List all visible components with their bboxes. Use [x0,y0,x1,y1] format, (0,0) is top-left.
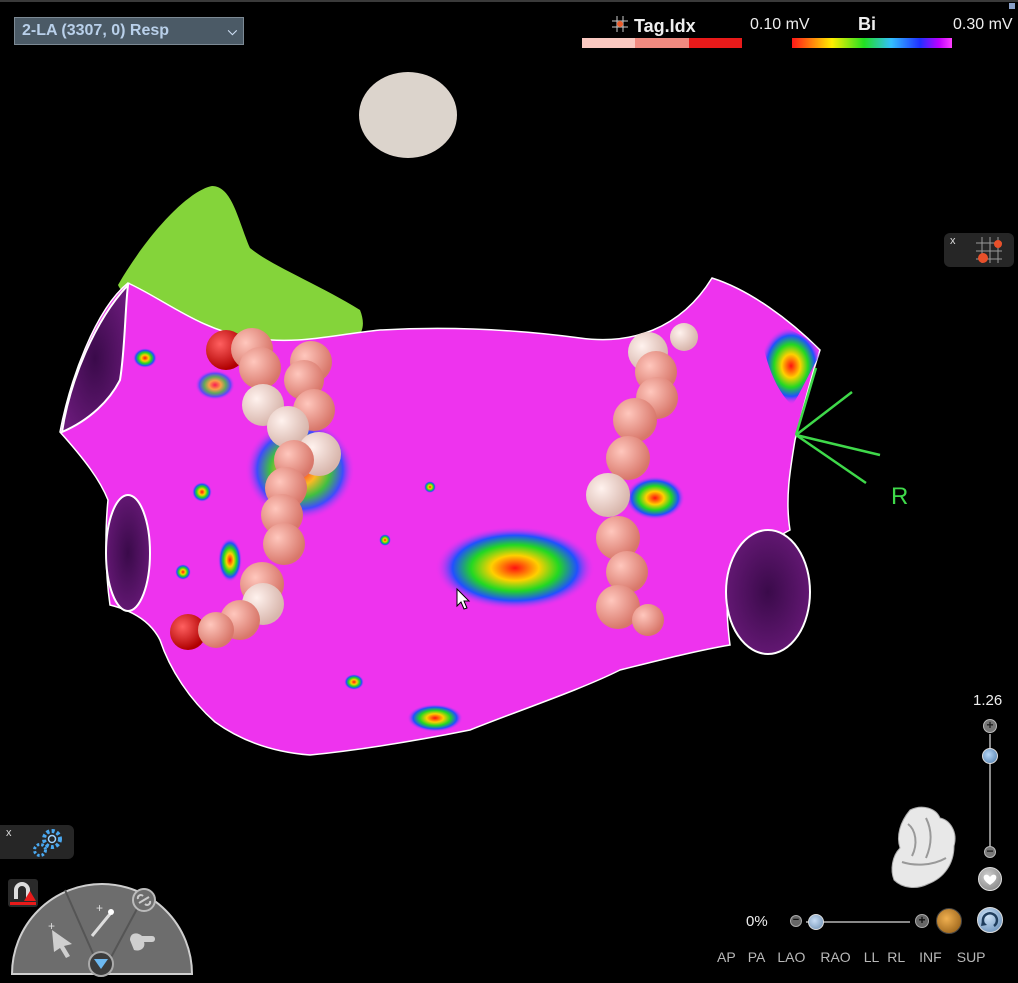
ablation-tag [239,347,281,389]
view-sup-button[interactable]: SUP [957,949,986,965]
tag-panel[interactable]: x [944,233,1014,267]
svg-text:+: + [96,901,103,915]
view-rl-button[interactable]: RL [887,949,905,965]
heart-icon [983,874,997,885]
orientation-right-label: R [891,483,909,510]
view-presets: AP PA LAO RAO LL RL INF SUP [717,949,986,965]
ablation-tag [606,436,650,480]
ablation-tag [263,523,305,565]
surface-texture-button[interactable] [936,908,962,934]
view-pa-button[interactable]: PA [748,949,766,965]
transparency-increase-button[interactable]: + [915,914,929,928]
settings-panel-close-button[interactable]: x [6,827,12,839]
low-voltage-area-small-6 [424,481,436,493]
settings-panel[interactable]: x [0,825,74,859]
atrium-surface [59,277,821,756]
zoom-in-button[interactable]: + [983,719,997,733]
view-rao-button[interactable]: RAO [820,949,850,965]
low-voltage-area-small-3 [218,538,242,582]
gear-icon[interactable] [30,828,66,858]
ablation-tag [586,473,630,517]
rotate-view-button[interactable] [977,907,1003,933]
transparency-decrease-button[interactable]: − [790,915,802,927]
ablation-tag [670,323,698,351]
ablation-tag [632,604,664,636]
low-voltage-area-inferior [407,704,463,732]
ablation-tag [198,612,234,648]
zoom-out-button[interactable]: − [984,845,996,858]
low-voltage-area-small-4 [344,674,364,690]
svg-text:+: + [48,919,55,933]
rotate-icon [981,912,999,928]
reference-marker [359,72,457,158]
ablation-tag [613,398,657,442]
tag-panel-close-button[interactable]: x [950,235,956,247]
view-ll-button[interactable]: LL [864,949,880,965]
view-lao-button[interactable]: LAO [777,949,805,965]
tag-grid-icon [976,237,1002,263]
low-voltage-area-small-2 [192,482,212,502]
anatomy-viewport[interactable] [0,0,1018,983]
low-voltage-area-small-1 [133,348,157,368]
vein-ostium-right-lower [725,529,811,655]
vein-ostium-lower-left [105,494,151,612]
zoom-value: 1.26 [973,692,1003,709]
heart-orientation-thumbnail[interactable] [888,804,964,894]
reset-heart-button[interactable] [978,867,1002,891]
navigation-wheel[interactable]: + + [10,878,194,978]
low-voltage-area-small-8 [195,370,235,400]
view-inf-button[interactable]: INF [919,949,942,965]
low-voltage-area-small-5 [175,564,191,580]
low-voltage-area-small-7 [379,534,391,546]
view-ap-button[interactable]: AP [717,949,736,965]
transparency-value: 0% [746,913,768,930]
low-voltage-area-right [625,476,685,520]
